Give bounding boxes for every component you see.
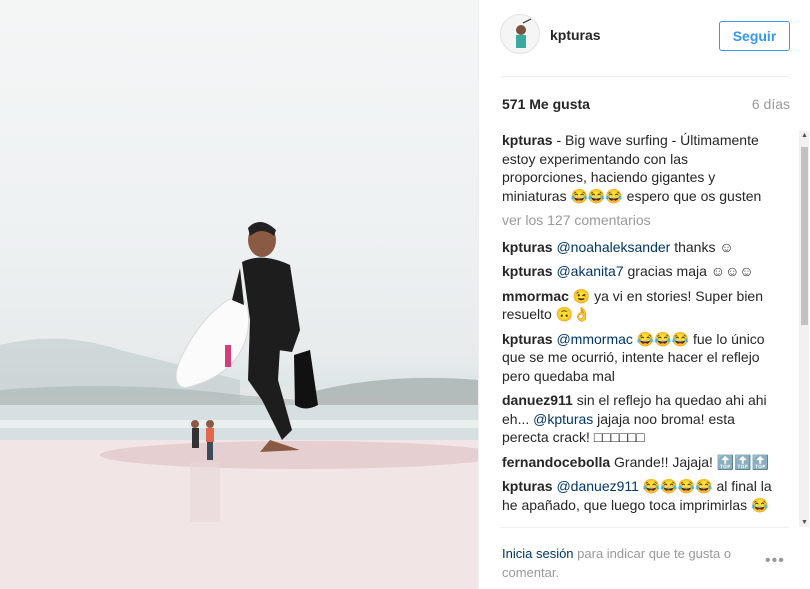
- follow-button[interactable]: Seguir: [719, 21, 790, 51]
- comment-item: mmormac 😉 ya vi en stories! Super bien r…: [502, 287, 772, 324]
- view-all-comments-link[interactable]: ver los 127 comentarios: [502, 211, 772, 230]
- comment-item: fernandocebolla Grande!! Jajaja! 🔝🔝🔝: [502, 453, 772, 472]
- scroll-down-arrow-icon[interactable]: ▼: [801, 519, 808, 526]
- comment-item: kpturas @mmormac 😂😂😂 fue lo único que se…: [502, 330, 772, 386]
- comment-mention[interactable]: @mmormac: [556, 331, 632, 347]
- avatar[interactable]: [500, 14, 540, 54]
- comment-username[interactable]: danuez911: [502, 392, 573, 408]
- comment-mention[interactable]: @kpturas: [533, 411, 593, 427]
- surfer-photo-illustration: [0, 221, 478, 589]
- post-age[interactable]: 6 días: [752, 96, 790, 112]
- comment-item: kpturas @danuez911 😂😂😂😂 al final la he a…: [502, 477, 772, 514]
- scrollbar-thumb[interactable]: [801, 147, 808, 325]
- comment-mention[interactable]: @danuez911: [556, 478, 638, 494]
- comment-username[interactable]: fernandocebolla: [502, 454, 610, 470]
- likes-count[interactable]: 571 Me gusta: [502, 96, 590, 112]
- comment-username[interactable]: kpturas: [502, 478, 553, 494]
- login-link[interactable]: Inicia sesión: [502, 546, 574, 561]
- comment-username[interactable]: kpturas: [502, 239, 553, 255]
- comment-username[interactable]: mmormac: [502, 288, 569, 304]
- comment-item: kpturas @noahaleksander thanks ☺: [502, 238, 772, 257]
- avatar-illustration-icon: [501, 15, 539, 53]
- post-sidebar: kpturas Seguir 571 Me gusta 6 días kptur…: [478, 0, 810, 589]
- scroll-up-arrow-icon[interactable]: ▲: [801, 132, 808, 139]
- divider: [500, 76, 789, 77]
- caption-username[interactable]: kpturas: [502, 132, 553, 148]
- comment-username[interactable]: kpturas: [502, 331, 553, 347]
- post-view: kpturas Seguir 571 Me gusta 6 días kptur…: [0, 0, 810, 589]
- comments-list: kpturas - Big wave surfing - Últimamente…: [502, 131, 772, 527]
- comment-mention[interactable]: @noahaleksander: [556, 239, 670, 255]
- more-options-icon[interactable]: •••: [765, 552, 785, 570]
- comment-item: danuez911 sin el reflejo ha quedao ahi a…: [502, 391, 772, 447]
- comment-item: kpturas @akanita7 gracias maja ☺☺☺: [502, 262, 772, 281]
- comment-mention[interactable]: @akanita7: [556, 263, 623, 279]
- comment-text: thanks ☺: [670, 238, 734, 255]
- post-photo[interactable]: [0, 0, 478, 589]
- caption: kpturas - Big wave surfing - Últimamente…: [502, 131, 772, 205]
- username-link[interactable]: kpturas: [550, 27, 601, 43]
- login-prompt: Inicia sesión para indicar que te gusta …: [502, 544, 762, 582]
- post-header: kpturas Seguir: [479, 0, 810, 76]
- divider: [500, 527, 789, 528]
- comments-scrollbar[interactable]: ▲ ▼: [798, 131, 809, 527]
- comment-username[interactable]: kpturas: [502, 263, 553, 279]
- comment-text: gracias maja ☺☺☺: [623, 263, 754, 279]
- comment-text: Grande!! Jajaja! 🔝🔝🔝: [614, 453, 770, 470]
